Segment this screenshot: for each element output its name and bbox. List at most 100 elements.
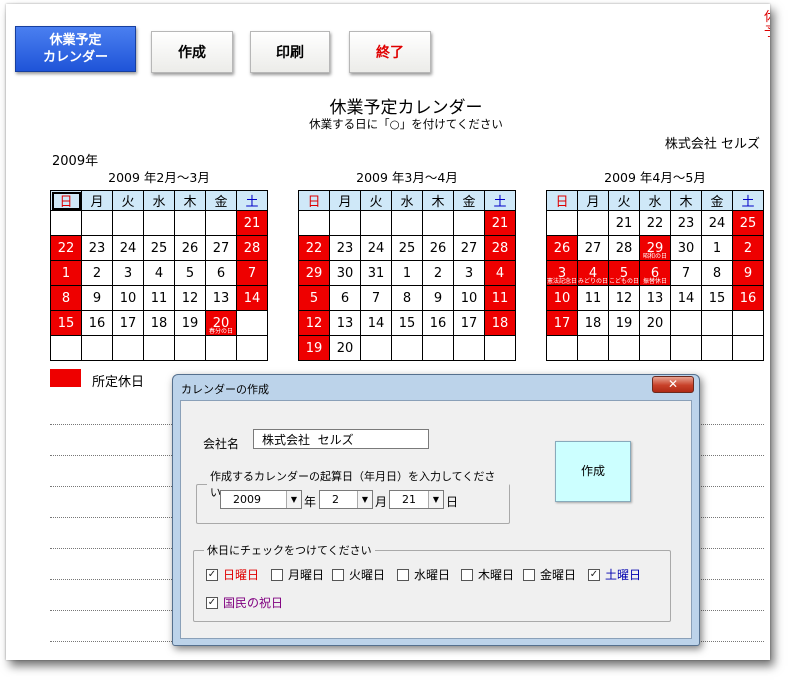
calendar-day-cell[interactable]: 17: [546, 310, 578, 336]
calendar-day-cell[interactable]: 4: [484, 260, 516, 286]
calendar-day-cell[interactable]: 14: [670, 285, 702, 311]
month-select[interactable]: 2 ▼: [319, 490, 373, 509]
calendar-day-cell[interactable]: [174, 210, 206, 236]
calendar-day-cell[interactable]: [143, 335, 175, 361]
calendar-day-cell[interactable]: 23: [329, 235, 361, 261]
calendar-day-cell[interactable]: 30: [670, 235, 702, 261]
calendar-day-cell[interactable]: 4 みどりの日: [577, 260, 609, 286]
calendar-day-cell[interactable]: 17: [453, 310, 485, 336]
chevron-down-icon[interactable]: ▼: [428, 491, 443, 508]
calendar-day-cell[interactable]: 1: [701, 235, 733, 261]
calendar-day-cell[interactable]: 29 昭和の日: [639, 235, 671, 261]
calendar-day-cell[interactable]: 26: [422, 235, 454, 261]
calendar-day-cell[interactable]: 7: [360, 285, 392, 311]
checkbox-icon[interactable]: [271, 568, 283, 581]
calendar-day-cell[interactable]: [670, 310, 702, 336]
calendar-day-cell[interactable]: 26: [174, 235, 206, 261]
calendar-day-cell[interactable]: 16: [422, 310, 454, 336]
calendar-day-cell[interactable]: 20: [639, 310, 671, 336]
calendar-day-cell[interactable]: [422, 210, 454, 236]
calendar-day-cell[interactable]: [236, 310, 268, 336]
end-button[interactable]: 終了: [349, 31, 431, 73]
checkbox-icon[interactable]: [523, 568, 535, 581]
checkbox-icon[interactable]: [461, 568, 473, 581]
calendar-day-cell[interactable]: 28: [484, 235, 516, 261]
calendar-day-cell[interactable]: [81, 335, 113, 361]
calendar-day-cell[interactable]: 9: [422, 285, 454, 311]
checkbox-icon[interactable]: [332, 568, 344, 581]
calendar-day-cell[interactable]: [360, 210, 392, 236]
calendar-day-cell[interactable]: 8: [50, 285, 82, 311]
calendar-day-cell[interactable]: 7: [670, 260, 702, 286]
calendar-day-cell[interactable]: 3 憲法記念日: [546, 260, 578, 286]
calendar-day-cell[interactable]: 13: [329, 310, 361, 336]
calendar-day-cell[interactable]: 2: [81, 260, 113, 286]
calendar-day-cell[interactable]: [329, 210, 361, 236]
calendar-day-cell[interactable]: 23: [670, 210, 702, 236]
calendar-day-cell[interactable]: 12: [298, 310, 330, 336]
calendar-day-cell[interactable]: 8: [701, 260, 733, 286]
calendar-day-cell[interactable]: 16: [81, 310, 113, 336]
calendar-day-cell[interactable]: 24: [701, 210, 733, 236]
calendar-day-cell[interactable]: [391, 335, 423, 361]
calendar-day-cell[interactable]: 21: [484, 210, 516, 236]
weekday-checkbox[interactable]: 火曜日: [332, 566, 385, 583]
day-select[interactable]: 21 ▼: [389, 490, 444, 509]
calendar-day-cell[interactable]: 15: [50, 310, 82, 336]
weekday-checkbox[interactable]: ✓ 日曜日: [206, 566, 259, 583]
print-button[interactable]: 印刷: [250, 31, 330, 73]
year-select[interactable]: 2009 ▼: [220, 490, 302, 509]
calendar-day-cell[interactable]: [608, 335, 640, 361]
calendar-day-cell[interactable]: 20 春分の日: [205, 310, 237, 336]
calendar-day-cell[interactable]: [205, 210, 237, 236]
calendar-day-cell[interactable]: 11: [577, 285, 609, 311]
calendar-day-cell[interactable]: 18: [143, 310, 175, 336]
calendar-day-cell[interactable]: 25: [143, 235, 175, 261]
calendar-day-cell[interactable]: 30: [329, 260, 361, 286]
calendar-day-cell[interactable]: 2: [422, 260, 454, 286]
calendar-day-cell[interactable]: 1: [391, 260, 423, 286]
national-holiday-checkbox[interactable]: ✓ 国民の祝日: [206, 594, 283, 611]
calendar-day-cell[interactable]: 3: [112, 260, 144, 286]
calendar-day-cell[interactable]: 8: [391, 285, 423, 311]
calendar-day-cell[interactable]: 9: [732, 260, 764, 286]
create-button[interactable]: 作成: [151, 31, 233, 73]
calendar-day-cell[interactable]: 29: [298, 260, 330, 286]
calendar-day-cell[interactable]: 11: [143, 285, 175, 311]
calendar-day-cell[interactable]: [112, 335, 144, 361]
calendar-day-cell[interactable]: 19: [174, 310, 206, 336]
close-icon[interactable]: ✕: [652, 376, 694, 393]
calendar-day-cell[interactable]: [670, 335, 702, 361]
calendar-day-cell[interactable]: [50, 335, 82, 361]
calendar-day-cell[interactable]: [701, 310, 733, 336]
calendar-day-cell[interactable]: [143, 210, 175, 236]
calendar-day-cell[interactable]: [236, 335, 268, 361]
calendar-day-cell[interactable]: 3: [453, 260, 485, 286]
calendar-day-cell[interactable]: [205, 335, 237, 361]
calendar-day-cell[interactable]: 28: [236, 235, 268, 261]
calendar-day-cell[interactable]: 10: [453, 285, 485, 311]
calendar-day-cell[interactable]: 6: [205, 260, 237, 286]
calendar-day-cell[interactable]: 11: [484, 285, 516, 311]
calendar-day-cell[interactable]: [484, 335, 516, 361]
company-input[interactable]: [253, 429, 429, 449]
calendar-day-cell[interactable]: 1: [50, 260, 82, 286]
calendar-day-cell[interactable]: 10: [546, 285, 578, 311]
calendar-day-cell[interactable]: 22: [298, 235, 330, 261]
dialog-titlebar[interactable]: カレンダーの作成 ✕: [173, 375, 699, 399]
calendar-day-cell[interactable]: 14: [360, 310, 392, 336]
calendar-day-cell[interactable]: 13: [639, 285, 671, 311]
calendar-day-cell[interactable]: [577, 335, 609, 361]
calendar-day-cell[interactable]: 6 振替休日: [639, 260, 671, 286]
dialog-create-button[interactable]: 作成: [555, 441, 631, 502]
chevron-down-icon[interactable]: ▼: [357, 491, 372, 508]
calendar-day-cell[interactable]: 21: [236, 210, 268, 236]
calendar-day-cell[interactable]: [701, 335, 733, 361]
calendar-day-cell[interactable]: 23: [81, 235, 113, 261]
checkmark-icon[interactable]: ✓: [206, 568, 218, 581]
calendar-day-cell[interactable]: 25: [732, 210, 764, 236]
calendar-day-cell[interactable]: 17: [112, 310, 144, 336]
calendar-day-cell[interactable]: 13: [205, 285, 237, 311]
weekday-checkbox[interactable]: 木曜日: [461, 566, 514, 583]
calendar-day-cell[interactable]: 18: [484, 310, 516, 336]
